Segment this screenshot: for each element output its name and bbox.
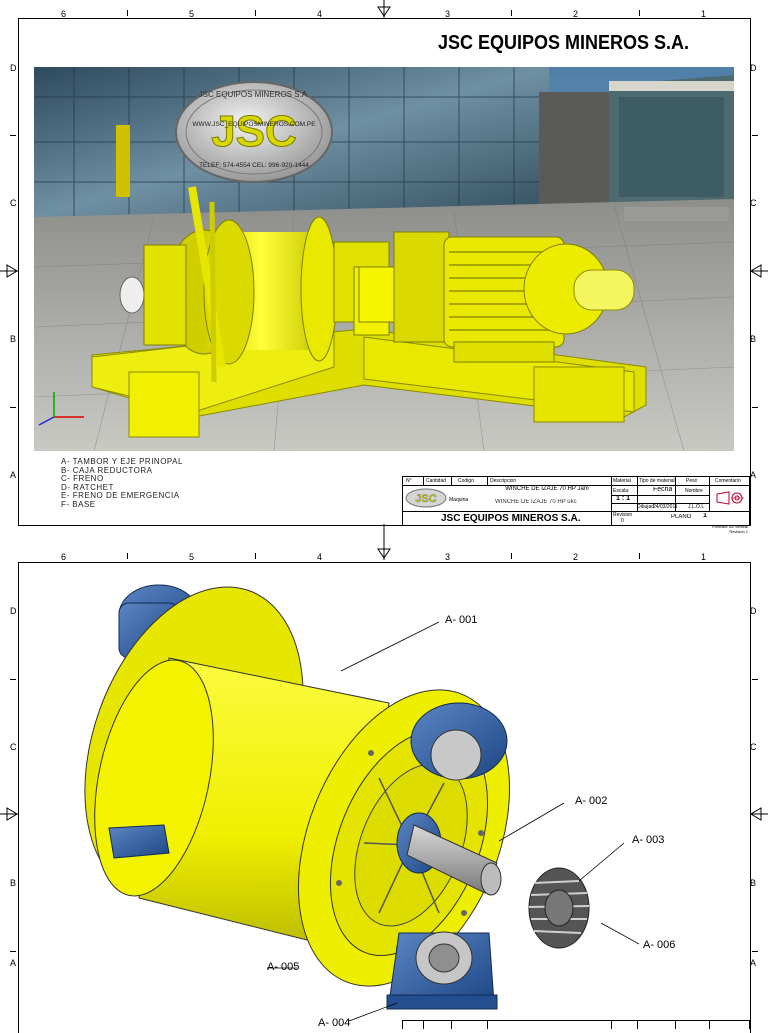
tb-header: Tipo de material xyxy=(639,478,675,484)
tb-equipment-value: WINCHE DE IZAJE 70 HP ukc xyxy=(495,499,577,505)
callout-a005: A- 005 xyxy=(267,961,300,973)
center-mark-arrow-icon xyxy=(748,807,768,821)
zone-col-label: 2 xyxy=(573,552,579,562)
zone-row-label: C xyxy=(10,198,17,208)
tb-equipment-label: Maquina xyxy=(449,497,469,503)
projection-symbol-icon xyxy=(716,491,744,505)
zone-col-label: 5 xyxy=(189,552,195,562)
tb-header: Material xyxy=(613,478,631,484)
tb-drawn-name: J.L.O.L xyxy=(688,504,705,510)
tb-description: WINCHE DE IZAJE 70 HP Jam xyxy=(505,486,589,492)
tb-scale-value: 1 : 1 xyxy=(616,496,631,502)
center-mark-arrow-icon xyxy=(377,524,391,560)
sheet-title: JSC EQUIPOS MINEROS S.A. xyxy=(438,32,690,54)
zone-row-label: A xyxy=(10,470,17,480)
zone-row-label: A xyxy=(10,958,17,968)
drawing-sheet-1: 6 5 4 3 2 1 D C B A D C B A JSC EQUIPOS … xyxy=(0,0,768,538)
tb-revision-value: 0 xyxy=(621,518,624,524)
tb-plano-label: PLANO xyxy=(671,514,692,520)
format-note: Formato: A4 Vertical Revision 1 xyxy=(711,524,748,534)
tb-header: Codigo xyxy=(458,478,474,484)
zone-col-label: 4 xyxy=(317,552,323,562)
tb-drawn-date: 24/03/2011 xyxy=(653,504,678,510)
tb-name-label: Nombre xyxy=(685,488,703,494)
tb-date-label: Fecha xyxy=(653,487,673,493)
exploded-drum-drawing xyxy=(84,584,640,1022)
center-mark-arrow-icon xyxy=(0,264,20,278)
logo-arc-text: JSC EQUIPOS MINEROS S.A. xyxy=(199,90,310,99)
zone-col-label: 3 xyxy=(445,552,451,562)
tb-header: Descripcion xyxy=(490,478,517,484)
zone-row-label: B xyxy=(10,878,17,888)
parts-legend: A- TAMBOR Y EJE PRINOPAL B- CAJA REDUCTO… xyxy=(61,457,183,509)
zone-col-label: 6 xyxy=(61,552,67,562)
logo-website: WWW.JSC_EQUIPOSMINEROS.COM.PE xyxy=(192,121,316,128)
center-mark-arrow-icon xyxy=(377,0,391,18)
center-mark-arrow-icon xyxy=(748,264,768,278)
tb-drawn-label: Dibujad xyxy=(637,504,654,510)
title-block-partial xyxy=(402,1020,750,1029)
zone-row-label: C xyxy=(10,742,17,752)
zone-row-label: B xyxy=(10,334,17,344)
tb-scale-label: Escala: xyxy=(613,488,630,494)
tb-header: Cantidad xyxy=(426,478,447,484)
winch-render-image: JSC JSC EQUIPOS MINEROS S.A. WWW.JSC_EQU… xyxy=(34,67,734,451)
center-mark-arrow-icon xyxy=(0,807,20,821)
legend-item: F- BASE xyxy=(61,499,96,509)
callout-a004: A- 004 xyxy=(318,1017,351,1029)
tb-header: Peso xyxy=(686,478,698,484)
tb-plano-value: 1 xyxy=(703,513,707,519)
zone-row-label: D xyxy=(10,606,17,616)
callout-a006: A- 006 xyxy=(643,939,676,951)
title-block-logo: JSC xyxy=(405,488,447,508)
zone-col-label: 1 xyxy=(701,552,707,562)
zone-row-label: D xyxy=(10,63,17,73)
tb-header: Comentario xyxy=(715,478,741,484)
callout-a002: A- 002 xyxy=(575,795,608,807)
callout-a001: A- 001 xyxy=(445,614,478,626)
logo-phone: TELEF: 574-4554 CEL: 996-920-1444 xyxy=(199,162,309,169)
tb-company: JSC EQUIPOS MINEROS S.A. xyxy=(441,513,581,524)
svg-text:JSC: JSC xyxy=(415,493,436,505)
logo-letters: JSC xyxy=(211,107,297,156)
drawing-sheet-2: 6 5 4 3 2 1 D C B A D C B A A- 001 A- 00… xyxy=(0,524,768,1033)
tb-header: N° xyxy=(406,478,412,484)
title-block: N° Cantidad Codigo Descripcion Material … xyxy=(402,476,750,526)
callout-a003: A- 003 xyxy=(632,834,665,846)
